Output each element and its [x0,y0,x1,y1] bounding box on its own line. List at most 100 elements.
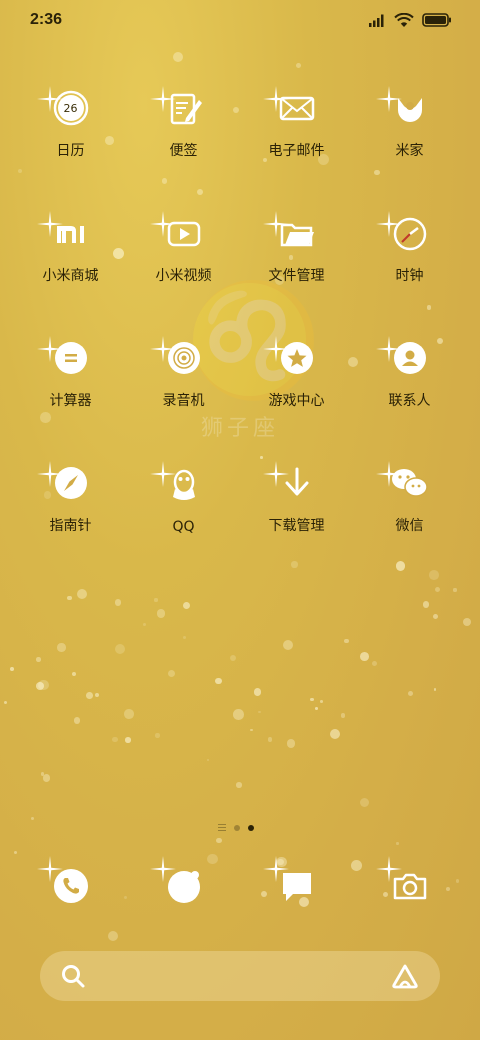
bokeh-dot [215,677,222,685]
app-label: 时钟 [395,268,424,284]
status-icons [368,12,452,28]
bokeh-dot [125,737,131,743]
assistant-icon[interactable] [390,963,420,989]
app-contacts[interactable]: 联系人 [353,336,466,410]
bokeh-dot [360,651,369,661]
bokeh-dot [371,660,377,666]
app-wechat[interactable]: 微信 [353,461,466,535]
bokeh-dot [73,717,81,725]
bokeh-dot [94,693,99,698]
bokeh-dot [229,655,236,662]
app-calculator[interactable]: 计算器 [14,336,127,410]
bokeh-dot [3,700,7,704]
page-dot[interactable] [234,824,240,831]
bokeh-dot [38,679,49,691]
app-clock[interactable]: 时钟 [353,211,466,285]
bokeh-dot [40,772,45,776]
bokeh-dot [155,733,160,738]
app-compass[interactable]: 指南针 [14,461,127,535]
bokeh-dot [340,713,346,718]
bokeh-dot [433,688,437,692]
bokeh-dot [283,640,294,651]
wifi-icon [394,12,414,27]
app-notes[interactable]: 便签 [127,86,240,160]
app-mi-store[interactable]: 小米商城 [14,211,127,285]
sparkle-icon [149,86,176,112]
bokeh-dot [320,700,323,703]
bokeh-dot [250,728,253,732]
status-bar: 2:36 [0,0,480,40]
app-label: 下载管理 [268,518,325,534]
bokeh-dot [10,667,14,671]
bokeh-dot [435,587,441,593]
bokeh-dot [359,798,369,808]
app-game-center[interactable]: 游戏中心 [240,336,353,410]
bokeh-dot [72,672,77,677]
app-mijia[interactable]: 米家 [353,86,466,160]
app-recorder[interactable]: 录音机 [127,336,240,410]
dock [14,856,466,918]
dock-browser[interactable] [127,856,240,918]
app-label: QQ [172,519,195,535]
bokeh-dot [296,62,302,68]
app-calendar[interactable]: 26 日历 [14,86,127,160]
sparkle-icon [36,86,63,112]
app-qq[interactable]: QQ [127,461,240,535]
bokeh-dot [31,817,35,821]
sparkle-icon [36,336,63,362]
sparkle-icon [36,856,63,882]
bokeh-dot [183,602,191,610]
app-grid: 26 日历 便签 电子邮件 米家 小米商城 小米视频 文件管理 时钟 计算器 录… [14,86,466,535]
bokeh-dot [310,697,314,702]
app-label: 录音机 [162,393,205,409]
app-email[interactable]: 电子邮件 [240,86,353,160]
status-time: 2:36 [30,11,63,28]
bokeh-dot [36,682,44,690]
app-video[interactable]: 小米视频 [127,211,240,285]
sparkle-icon [375,461,402,487]
dock-messages[interactable] [240,856,353,918]
app-label: 电子邮件 [268,143,325,159]
bokeh-dot [173,51,184,62]
app-file-manager[interactable]: 文件管理 [240,211,353,285]
sparkle-icon [149,856,176,882]
bokeh-dot [13,851,17,855]
bokeh-dot [422,600,430,608]
app-label: 游戏中心 [268,393,325,409]
sparkle-icon [149,336,176,362]
sparkle-icon [375,336,402,362]
bokeh-dot [124,709,134,719]
bokeh-dot [67,595,73,601]
bokeh-dot [258,710,261,713]
bokeh-dot [236,782,242,788]
bokeh-dot [432,614,438,620]
page-dot-active[interactable] [248,824,254,831]
app-label: 指南针 [49,518,92,534]
sparkle-icon [262,336,289,362]
bokeh-dot [453,588,457,592]
bokeh-dot [114,644,125,655]
search-icon[interactable] [60,963,86,989]
bokeh-dot [407,690,414,697]
bokeh-dot [216,837,222,844]
bokeh-dot [463,617,472,626]
page-indicator[interactable] [218,824,254,831]
battery-icon [422,13,451,27]
bokeh-dot [396,842,399,845]
bokeh-dot [154,598,158,602]
bokeh-dot [267,737,273,743]
app-download-manager[interactable]: 下载管理 [240,461,353,535]
bokeh-dot [76,588,87,599]
dock-phone[interactable] [14,856,127,918]
app-label: 便签 [169,143,198,159]
search-bar[interactable] [40,951,440,1001]
app-label: 米家 [395,143,424,159]
dock-camera[interactable] [353,856,466,918]
bokeh-dot [168,670,175,678]
app-label: 小米视频 [155,268,212,284]
sparkle-icon [149,211,176,237]
app-label: 微信 [395,518,424,534]
sparkle-icon [262,461,289,487]
bokeh-dot [35,657,41,662]
sparkle-icon [262,211,289,237]
